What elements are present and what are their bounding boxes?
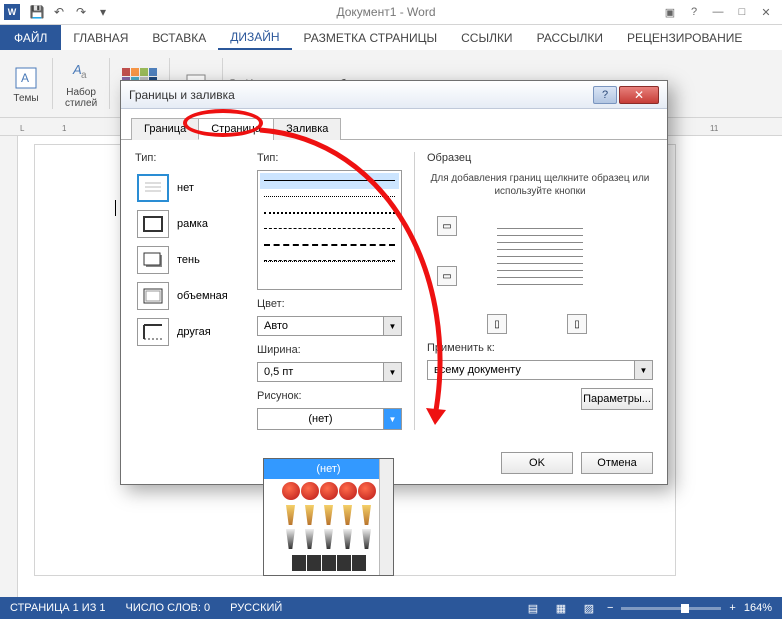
dialog-title: Границы и заливка: [129, 88, 235, 102]
close-window-icon[interactable]: ✕: [754, 2, 778, 22]
dialog-close-button[interactable]: ✕: [619, 86, 659, 104]
chevron-down-icon: ▼: [383, 409, 401, 429]
edge-right-button[interactable]: ▯: [567, 314, 587, 334]
type-custom-icon: [137, 318, 169, 346]
edge-left-button[interactable]: ▯: [487, 314, 507, 334]
text-cursor: [115, 200, 116, 216]
art-option-fans[interactable]: [264, 527, 393, 551]
apply-to-label: Применить к:: [427, 342, 653, 354]
type-shadow-icon: [137, 246, 169, 274]
preview-label: Образец: [427, 152, 653, 164]
width-dropdown[interactable]: 0,5 пт ▼: [257, 362, 402, 382]
width-label: Ширина:: [257, 344, 402, 356]
tab-design[interactable]: ДИЗАЙН: [218, 25, 291, 50]
edge-bottom-button[interactable]: ▭: [437, 266, 457, 286]
word-app-icon: W: [4, 4, 20, 20]
art-option-none[interactable]: (нет): [264, 459, 393, 479]
dialog-tab-border[interactable]: Граница: [131, 118, 199, 140]
zoom-out-icon[interactable]: −: [607, 602, 613, 614]
art-option-candy[interactable]: [264, 551, 393, 575]
ruler-num-11: 11: [710, 124, 718, 133]
type-box[interactable]: рамка: [135, 206, 245, 242]
zoom-in-icon[interactable]: +: [729, 602, 735, 614]
type-none-icon: [137, 174, 169, 202]
maximize-icon[interactable]: □: [730, 2, 754, 22]
popup-scrollbar[interactable]: [379, 459, 393, 575]
chevron-down-icon: ▼: [383, 317, 401, 335]
chevron-down-icon: ▼: [634, 361, 652, 379]
status-word-count[interactable]: ЧИСЛО СЛОВ: 0: [126, 602, 211, 614]
art-label: Рисунок:: [257, 390, 402, 402]
type-3d-icon: [137, 282, 169, 310]
ok-button[interactable]: OK: [501, 452, 573, 474]
view-web-icon[interactable]: ▨: [579, 600, 599, 616]
type-box-icon: [137, 210, 169, 238]
art-popup-list[interactable]: (нет): [263, 458, 394, 576]
borders-shading-dialog: Границы и заливка ? ✕ Граница Страница З…: [120, 80, 668, 485]
zoom-slider[interactable]: [621, 607, 721, 610]
type-3d[interactable]: объемная: [135, 278, 245, 314]
cancel-button[interactable]: Отмена: [581, 452, 653, 474]
dialog-tab-page[interactable]: Страница: [198, 118, 274, 140]
qat-customize-icon[interactable]: ▾: [93, 2, 113, 22]
dialog-help-button[interactable]: ?: [593, 86, 617, 104]
preview-hint: Для добавления границ щелкните образец и…: [427, 172, 653, 198]
save-icon[interactable]: 💾: [27, 2, 47, 22]
chevron-down-icon: ▼: [383, 363, 401, 381]
tab-references[interactable]: ССЫЛКИ: [449, 25, 524, 50]
style-set-button[interactable]: Aa Набор стилей: [59, 54, 103, 113]
apply-to-dropdown[interactable]: всему документу ▼: [427, 360, 653, 380]
type-shadow[interactable]: тень: [135, 242, 245, 278]
style-set-icon: Aa: [67, 58, 95, 86]
art-dropdown[interactable]: (нет) ▼: [257, 408, 402, 430]
window-title: Документ1 - Word: [114, 5, 658, 19]
ribbon-options-icon[interactable]: ▣: [658, 2, 682, 22]
help-icon[interactable]: ?: [682, 2, 706, 22]
art-option-apples[interactable]: [264, 479, 393, 503]
line-style-label: Тип:: [257, 152, 402, 164]
edge-top-button[interactable]: ▭: [437, 216, 457, 236]
tab-mailings[interactable]: РАССЫЛКИ: [525, 25, 615, 50]
vertical-ruler[interactable]: [0, 136, 18, 597]
line-style-listbox[interactable]: [257, 170, 402, 290]
tab-home[interactable]: ГЛАВНАЯ: [61, 25, 140, 50]
tab-layout[interactable]: РАЗМЕТКА СТРАНИЦЫ: [292, 25, 450, 50]
type-section-label: Тип:: [135, 152, 245, 164]
options-button[interactable]: Параметры...: [581, 388, 653, 410]
dialog-tab-shading[interactable]: Заливка: [273, 118, 341, 140]
ruler-l-mark: L: [20, 124, 24, 133]
minimize-icon[interactable]: —: [706, 2, 730, 22]
status-language[interactable]: РУССКИЙ: [230, 602, 282, 614]
ruler-num-1: 1: [62, 124, 66, 133]
type-none[interactable]: нет: [135, 170, 245, 206]
zoom-level[interactable]: 164%: [744, 602, 772, 614]
view-read-icon[interactable]: ▤: [523, 600, 543, 616]
undo-icon[interactable]: ↶: [49, 2, 69, 22]
art-option-icecream[interactable]: [264, 503, 393, 527]
themes-button[interactable]: A Темы: [6, 54, 46, 113]
tab-review[interactable]: РЕЦЕНЗИРОВАНИЕ: [615, 25, 754, 50]
color-label: Цвет:: [257, 298, 402, 310]
preview-sample[interactable]: [485, 216, 595, 306]
color-dropdown[interactable]: Авто ▼: [257, 316, 402, 336]
tab-file[interactable]: ФАЙЛ: [0, 25, 61, 50]
type-custom[interactable]: другая: [135, 314, 245, 350]
redo-icon[interactable]: ↷: [71, 2, 91, 22]
themes-icon: A: [12, 64, 40, 92]
view-print-icon[interactable]: ▦: [551, 600, 571, 616]
svg-text:a: a: [81, 70, 87, 81]
tab-insert[interactable]: ВСТАВКА: [140, 25, 218, 50]
svg-text:A: A: [21, 71, 29, 85]
status-page[interactable]: СТРАНИЦА 1 ИЗ 1: [10, 602, 106, 614]
